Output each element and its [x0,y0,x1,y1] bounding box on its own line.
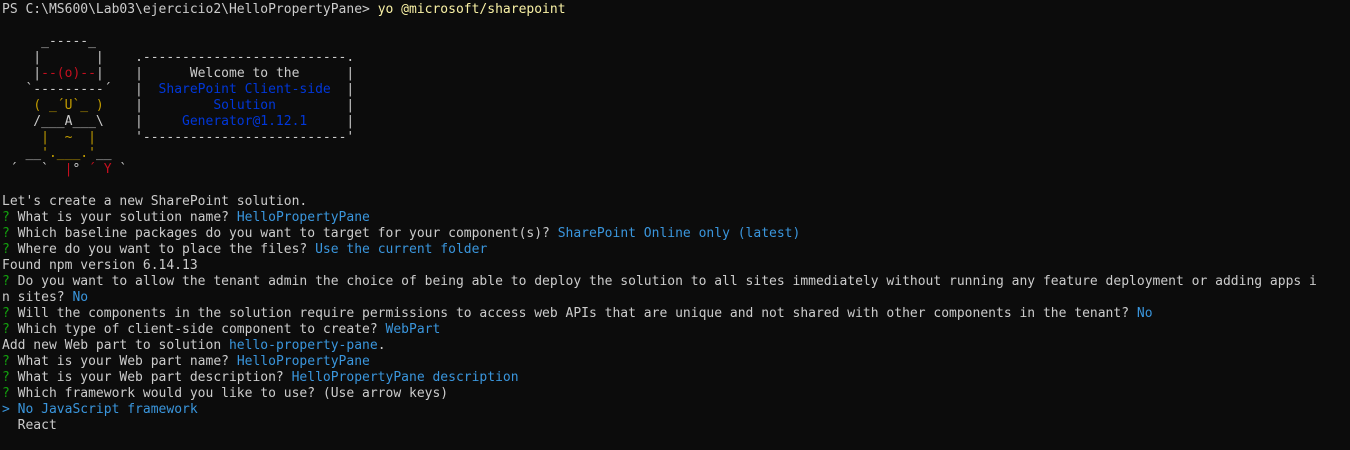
question-deploy: ? Do you want to allow the tenant admin … [2,274,1317,289]
question-icon: ? [2,386,10,401]
question-deploy-wrap: n sites? No [2,290,89,305]
framework-option-selected[interactable]: > No JavaScript framework [2,402,1350,418]
question-component-type: ? Which type of client-side component to… [2,322,441,337]
banner-product-1: SharePoint Client-side [158,82,331,97]
intro-line: Let's create a new SharePoint solution. [2,194,308,209]
banner-welcome: Welcome to the [189,66,300,81]
question-icon: ? [2,274,10,289]
answer-permissions: No [1136,306,1153,321]
terminal-window[interactable]: PS C:\MS600\Lab03\ejercicio2\HelloProper… [0,0,1350,450]
question-icon: ? [2,306,10,321]
answer-solution-name: HelloPropertyPane [236,210,370,225]
question-icon: ? [2,354,10,369]
banner-product-3: Generator@1.12.1 [182,114,308,129]
answer-webpart-name: HelloPropertyPane [236,354,370,369]
question-baseline: ? Which baseline packages do you want to… [2,226,801,241]
question-icon: ? [2,242,10,257]
question-solution-name: ? What is your solution name? HelloPrope… [2,210,370,225]
webpart-id: hello-property-pane [228,338,378,353]
yeoman-banner: _-----_ | | .--------------------------.… [2,34,355,177]
banner-product-2: Solution [213,98,276,113]
question-icon: ? [2,370,10,385]
pointer-icon: > [2,402,10,417]
question-permissions: ? Will the components in the solution re… [2,306,1153,321]
answer-files: Use the current folder [315,242,488,257]
question-webpart-name: ? What is your Web part name? HelloPrope… [2,354,370,369]
answer-webpart-description: HelloPropertyPane description [291,370,519,385]
answer-baseline: SharePoint Online only (latest) [557,226,801,241]
answer-component-type: WebPart [385,322,441,337]
framework-option-react[interactable]: React [2,418,1350,434]
prompt-line: PS C:\MS600\Lab03\ejercicio2\HelloProper… [2,2,1350,18]
question-files: ? Where do you want to place the files? … [2,242,488,257]
prompt-path: PS C:\MS600\Lab03\ejercicio2\HelloProper… [2,2,378,17]
prompt-command: yo @microsoft/sharepoint [377,2,566,17]
question-webpart-description: ? What is your Web part description? Hel… [2,370,519,385]
question-icon: ? [2,322,10,337]
answer-deploy: No [72,290,89,305]
question-framework: ? Which framework would you like to use?… [2,386,449,401]
add-webpart-line: Add new Web part to solution hello-prope… [2,338,386,353]
npm-version-line: Found npm version 6.14.13 [2,258,198,273]
question-icon: ? [2,210,10,225]
question-icon: ? [2,226,10,241]
